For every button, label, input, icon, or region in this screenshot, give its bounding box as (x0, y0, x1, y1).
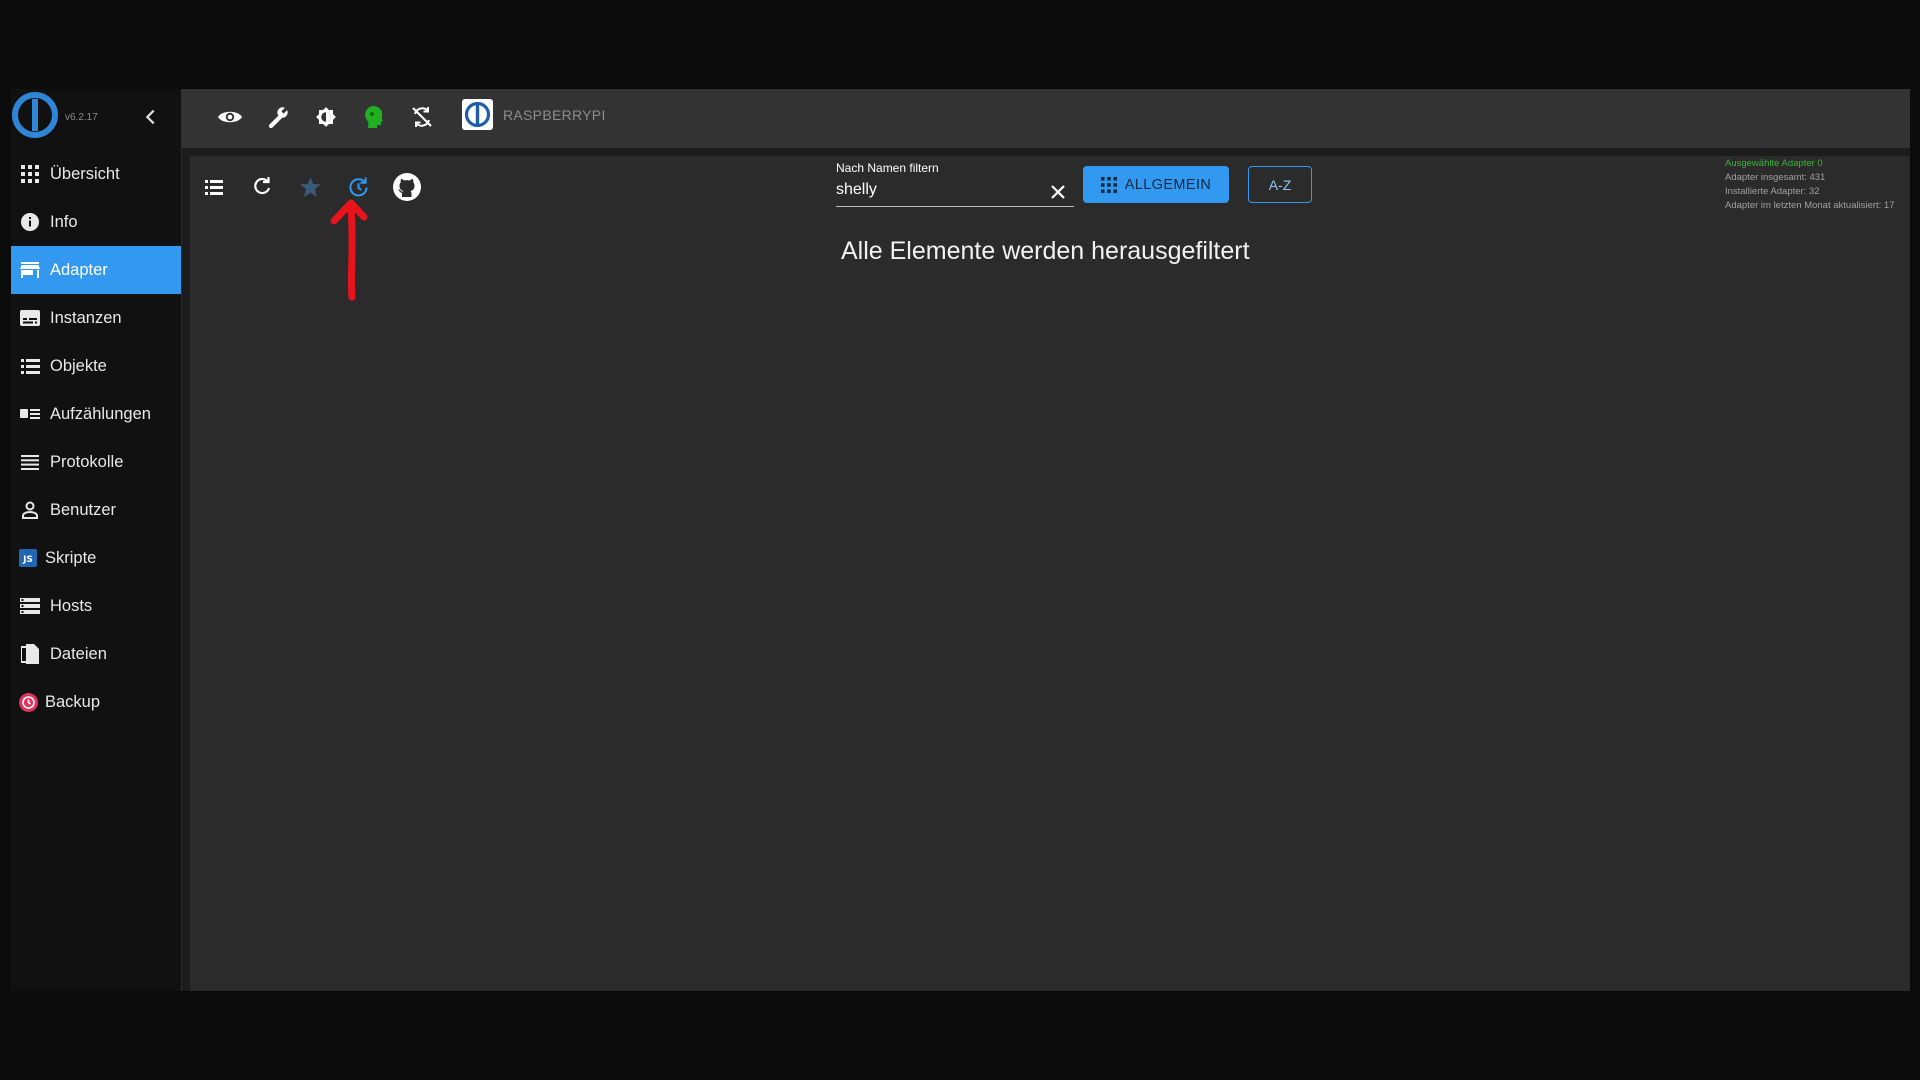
sidebar-item-label: Übersicht (50, 164, 120, 183)
chevron-left-icon[interactable] (140, 106, 162, 128)
svg-text:JS: JS (22, 555, 33, 565)
list-icon (20, 356, 40, 376)
brightness-icon[interactable] (312, 103, 340, 131)
sidebar-item-backup[interactable]: Backup (11, 678, 181, 726)
refresh-icon[interactable] (247, 172, 277, 202)
grid-icon (1100, 176, 1117, 193)
user-icon (20, 500, 40, 520)
sidebar-item-label: Aufzählungen (50, 404, 151, 423)
sidebar-item-label: Instanzen (50, 308, 122, 327)
subtitles-icon (20, 308, 40, 328)
name-filter: Nach Namen filtern (836, 156, 1074, 212)
empty-message: Alle Elemente werden herausgefiltert (841, 237, 1250, 265)
sidebar: v6.2.17 Übersicht Info Adapter Instanzen… (11, 89, 182, 991)
storage-icon (20, 596, 40, 616)
category-button-label: ALLGEMEIN (1124, 176, 1212, 193)
iobroker-host-icon (462, 99, 493, 130)
sidebar-item-label: Benutzer (50, 500, 117, 519)
sidebar-item-label: Adapter (50, 260, 108, 279)
filter-input[interactable] (836, 179, 1041, 201)
sidebar-item-aufzaehlungen[interactable]: Aufzählungen (11, 390, 181, 438)
host-name: RASPBERRYPI (503, 107, 606, 123)
iobroker-logo-icon[interactable] (11, 91, 59, 139)
sidebar-item-info[interactable]: Info (11, 198, 181, 246)
sidebar-item-label: Info (50, 212, 78, 231)
sidebar-nav: Übersicht Info Adapter Instanzen Objekte… (11, 150, 181, 726)
expert-head-icon[interactable] (360, 103, 388, 131)
sidebar-item-adapter[interactable]: Adapter (11, 246, 181, 294)
category-button[interactable]: ALLGEMEIN (1083, 166, 1229, 203)
brand: v6.2.17 (11, 89, 181, 145)
list-view-icon[interactable] (199, 172, 229, 202)
sort-button-label: A-Z (1268, 176, 1292, 193)
eye-icon[interactable] (216, 103, 244, 131)
store-icon (20, 260, 40, 280)
sidebar-item-uebersicht[interactable]: Übersicht (11, 150, 181, 198)
sidebar-item-label: Objekte (50, 356, 107, 375)
top-toolbar: RASPBERRYPI (181, 89, 1910, 148)
sidebar-item-objekte[interactable]: Objekte (11, 342, 181, 390)
sidebar-item-label: Skripte (45, 548, 97, 567)
adapter-stats: Ausgewählte Adapter 0 Adapter insgesamt:… (1725, 157, 1895, 213)
wrench-icon[interactable] (264, 103, 292, 131)
files-icon (20, 644, 40, 664)
sort-button[interactable]: A-Z (1248, 166, 1312, 203)
filter-label: Nach Namen filtern (836, 161, 939, 175)
stats-installed: Installierte Adapter: 32 (1725, 186, 1820, 197)
sidebar-item-instanzen[interactable]: Instanzen (11, 294, 181, 342)
stats-selected: Ausgewählte Adapter 0 (1725, 158, 1823, 169)
stats-updated: Adapter im letzten Monat aktualisiert: 1… (1725, 200, 1895, 211)
lines-icon (20, 452, 40, 472)
grid-icon (20, 164, 40, 184)
stats-total: Adapter insgesamt: 431 (1725, 172, 1826, 183)
sidebar-item-protokolle[interactable]: Protokolle (11, 438, 181, 486)
enum-icon (20, 404, 40, 424)
app-version: v6.2.17 (65, 112, 98, 123)
sidebar-item-skripte[interactable]: JS Skripte (11, 534, 181, 582)
github-icon[interactable] (392, 172, 422, 202)
sidebar-item-benutzer[interactable]: Benutzer (11, 486, 181, 534)
close-icon[interactable] (1047, 181, 1069, 203)
sidebar-item-dateien[interactable]: Dateien (11, 630, 181, 678)
sync-off-icon[interactable] (408, 103, 436, 131)
adapter-content: Nach Namen filtern ALLGEMEIN A-Z Ausgewä… (190, 156, 1910, 991)
sidebar-item-label: Hosts (50, 596, 93, 615)
info-icon (20, 212, 40, 232)
star-icon[interactable] (295, 172, 325, 202)
sidebar-item-label: Backup (45, 692, 101, 711)
app-window: v6.2.17 Übersicht Info Adapter Instanzen… (11, 89, 1910, 991)
js-icon: JS (18, 548, 38, 568)
sidebar-item-label: Dateien (50, 644, 107, 663)
backup-icon (18, 692, 38, 712)
update-history-icon[interactable] (343, 172, 373, 202)
sidebar-item-label: Protokolle (50, 452, 124, 471)
sidebar-item-hosts[interactable]: Hosts (11, 582, 181, 630)
filter-underline (836, 206, 1074, 207)
